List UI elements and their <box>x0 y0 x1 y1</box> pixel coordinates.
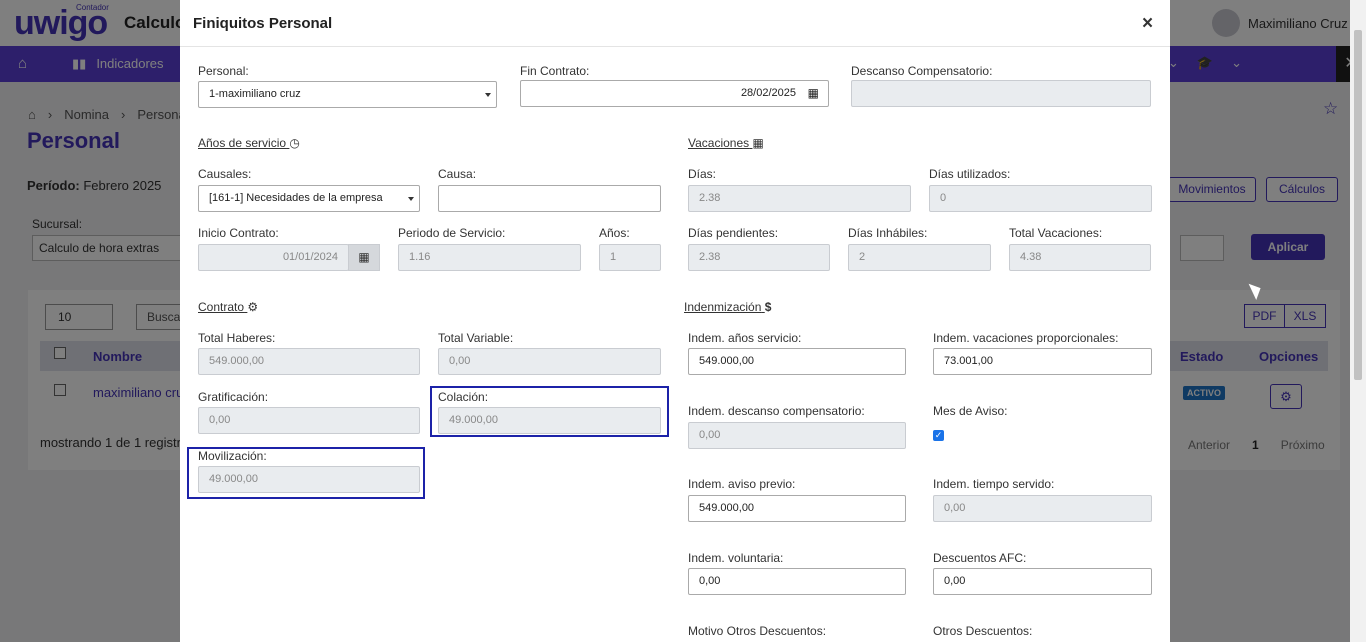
dias-pendientes-input: 2.38 <box>688 244 830 271</box>
motivo-otros-label: Motivo Otros Descuentos: <box>688 624 827 638</box>
chevron-down-icon <box>485 93 491 97</box>
inicio-contrato-input: 01/01/2024 <box>198 244 349 271</box>
modal-header: Finiquitos Personal × <box>180 0 1170 47</box>
contrato-title: Contrato <box>198 300 245 314</box>
indem-anios-label: Indem. años servicio: <box>688 331 802 345</box>
scrollbar-thumb[interactable] <box>1354 30 1362 380</box>
gratificacion-input: 0,00 <box>198 407 420 434</box>
anios-servicio-section: Años de servicio ◷ <box>198 136 300 150</box>
modal-title: Finiquitos Personal <box>193 15 333 32</box>
indem-voluntaria-label: Indem. voluntaria: <box>688 551 784 565</box>
descuentos-afc-label: Descuentos AFC: <box>933 551 1027 565</box>
mes-aviso-label: Mes de Aviso: <box>933 404 1008 418</box>
fin-contrato-label: Fin Contrato: <box>520 64 590 78</box>
personal-select[interactable]: 1-maximiliano cruz <box>198 81 497 108</box>
movilizacion-input: 49.000,00 <box>198 466 420 493</box>
colacion-label: Colación: <box>438 390 489 404</box>
dias-inhabiles-input: 2 <box>848 244 991 271</box>
causales-label: Causales: <box>198 167 252 181</box>
dias-pendientes-label: Días pendientes: <box>688 226 779 240</box>
chevron-down-icon <box>408 197 414 201</box>
inicio-contrato-label: Inicio Contrato: <box>198 226 279 240</box>
dias-utilizados-input: 0 <box>929 185 1152 212</box>
anios-label: Años: <box>599 226 630 240</box>
indem-descanso-input: 0,00 <box>688 422 906 449</box>
descanso-label: Descanso Compensatorio: <box>851 64 993 78</box>
fin-contrato-input[interactable]: 28/02/2025 ▦ <box>520 80 829 107</box>
fin-contrato-value: 28/02/2025 <box>740 87 796 99</box>
causa-input[interactable] <box>438 185 661 212</box>
indem-descanso-label: Indem. descanso compensatorio: <box>688 404 865 418</box>
contrato-section: Contrato ⚙ <box>198 300 258 314</box>
total-vacaciones-input: 4.38 <box>1009 244 1151 271</box>
finiquitos-modal: Finiquitos Personal × Personal: 1-maximi… <box>180 0 1170 642</box>
dias-label: Días: <box>688 167 717 181</box>
periodo-servicio-input: 1.16 <box>398 244 581 271</box>
dias-input: 2.38 <box>688 185 911 212</box>
vacaciones-title: Vacaciones <box>688 136 750 150</box>
total-variable-input: 0,00 <box>438 348 661 375</box>
dollar-icon: $ <box>764 300 772 314</box>
gears-icon: ⚙ <box>247 300 259 314</box>
periodo-servicio-label: Periodo de Servicio: <box>398 226 506 240</box>
anios-input: 1 <box>599 244 661 271</box>
personal-label: Personal: <box>198 64 249 78</box>
otros-descuentos-label: Otros Descuentos: <box>933 624 1033 638</box>
indemnizacion-title: Indenmización <box>684 300 762 314</box>
total-haberes-input: 549.000,00 <box>198 348 420 375</box>
page-scrollbar[interactable] <box>1350 0 1366 642</box>
calendar-icon[interactable]: ▦ <box>348 244 380 271</box>
total-vacaciones-label: Total Vacaciones: <box>1009 226 1103 240</box>
personal-value: 1-maximiliano cruz <box>209 88 301 100</box>
causales-value: [161-1] Necesidades de la empresa <box>209 192 383 204</box>
clock-icon: ◷ <box>289 136 300 150</box>
indem-tiempo-label: Indem. tiempo servido: <box>933 477 1055 491</box>
vacaciones-section: Vacaciones ▦ <box>688 136 764 150</box>
indem-voluntaria-input[interactable]: 0,00 <box>688 568 906 595</box>
gratificacion-label: Gratificación: <box>198 390 269 404</box>
indemnizacion-section: Indenmización $ <box>684 300 771 314</box>
calendar-icon[interactable]: ▦ <box>808 81 819 106</box>
indem-aviso-label: Indem. aviso previo: <box>688 477 796 491</box>
indem-vacaciones-label: Indem. vacaciones proporcionales: <box>933 331 1119 345</box>
descuentos-afc-input[interactable]: 0,00 <box>933 568 1152 595</box>
mes-aviso-checkbox[interactable]: ✓ <box>933 430 944 441</box>
calendar-icon: ▦ <box>752 136 764 150</box>
indem-tiempo-input: 0,00 <box>933 495 1152 522</box>
causa-label: Causa: <box>438 167 477 181</box>
causales-select[interactable]: [161-1] Necesidades de la empresa <box>198 185 420 212</box>
anios-servicio-title: Años de servicio <box>198 136 287 150</box>
total-variable-label: Total Variable: <box>438 331 514 345</box>
movilizacion-label: Movilización: <box>198 449 267 463</box>
dias-inhabiles-label: Días Inhábiles: <box>848 226 928 240</box>
total-haberes-label: Total Haberes: <box>198 331 276 345</box>
dias-utilizados-label: Días utilizados: <box>929 167 1011 181</box>
indem-aviso-input[interactable]: 549.000,00 <box>688 495 906 522</box>
indem-vacaciones-input[interactable]: 73.001,00 <box>933 348 1152 375</box>
colacion-input: 49.000,00 <box>438 407 661 434</box>
close-icon[interactable]: × <box>1142 13 1153 35</box>
indem-anios-input[interactable]: 549.000,00 <box>688 348 906 375</box>
descanso-input <box>851 80 1151 107</box>
